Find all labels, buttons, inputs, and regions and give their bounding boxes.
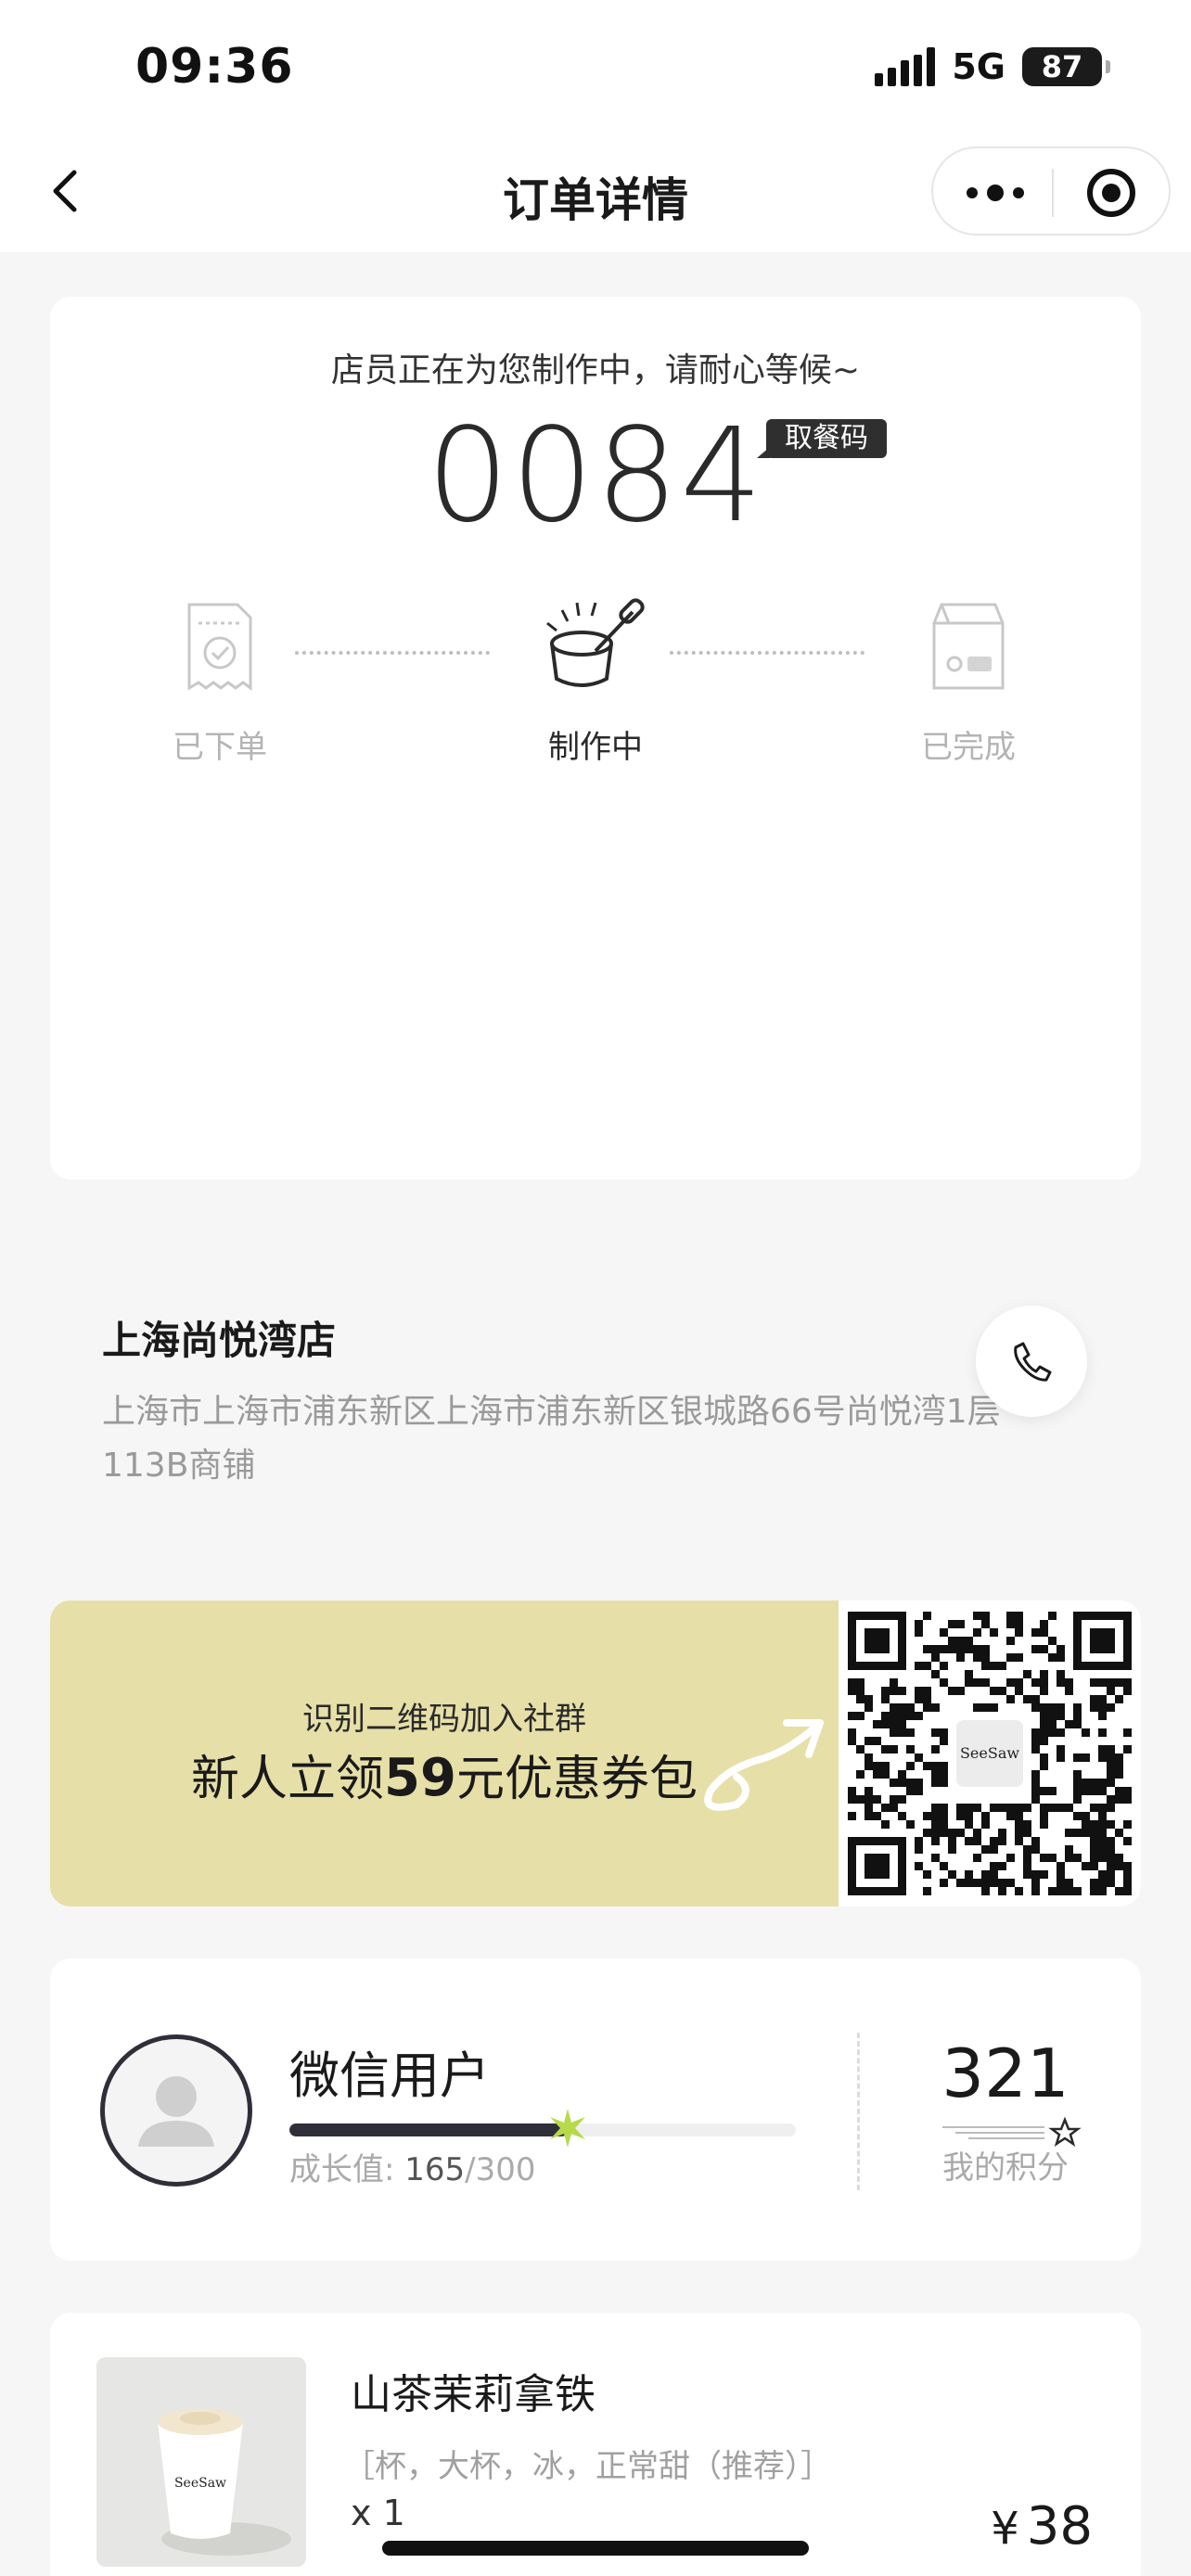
product-spec: ［杯，大杯，冰，正常甜（推荐）］ [343,2448,832,2485]
svg-text:SeeSaw: SeeSaw [174,2476,226,2491]
store-info: 上海尚悦湾店 上海市上海市浦东新区上海市浦东新区银城路66号尚悦湾1层113B商… [50,1261,1141,1539]
phone-icon [1014,1342,1052,1382]
receipt-check-icon [187,603,252,691]
product-name: 山茶茉莉拿铁 [351,2371,596,2418]
mini-program-capsule [931,147,1171,236]
step-done: 已完成 [876,595,1061,767]
navigation-bar: 订单详情 [0,130,1191,252]
step-ordered: 已下单 [127,595,313,767]
growth-label: 成长值: [289,2151,405,2188]
target-close-icon[interactable] [1087,169,1135,217]
cup-making-icon [546,598,645,687]
more-dots-icon[interactable] [967,172,1024,213]
promo-title-prefix: 新人立领 [191,1752,385,1807]
order-item: SeeSaw 山茶茉莉拿铁 ［杯，大杯，冰，正常甜（推荐）］ x 1 ¥38 [50,2313,1141,2576]
promo-amount: 59 [384,1748,456,1808]
svg-text:SeeSaw: SeeSaw [960,1744,1019,1762]
step-connector [295,651,490,655]
points-label: 我的积分 [942,2149,1069,2187]
store-address: 上海市上海市浦东新区上海市浦东新区银城路66号尚悦湾1层113B商铺 [102,1393,1001,1485]
step-label: 已下单 [173,729,267,766]
network-type: 5G [952,46,1005,87]
user-avatar-icon[interactable] [100,2034,252,2187]
step-label: 制作中 [548,729,643,766]
community-promo-banner[interactable]: 识别二维码加入社群 新人立领59元优惠券包 SeeSaw [50,1600,1141,1906]
status-message: 店员正在为您制作中，请耐心等候~ [330,351,861,389]
step-label: 已完成 [921,729,1016,766]
battery-icon: 87 [1022,47,1110,86]
order-status-card: 店员正在为您制作中，请耐心等候~ 0084 取餐码 已下单 制作中 已完成 [50,297,1141,1180]
pickup-code-badge: 取餐码 [757,419,887,458]
currency-symbol: ¥ [991,2503,1019,2555]
growth-progress-bar [289,2123,796,2136]
points-value[interactable]: 321 [885,2034,1126,2112]
qr-code[interactable]: SeeSaw [839,1600,1141,1906]
store-name: 上海尚悦湾店 [102,1318,337,1363]
home-indicator[interactable] [382,2541,809,2556]
status-indicators: 5G 87 [875,46,1110,87]
sparkle-icon [550,2109,586,2148]
pickup-code: 0084 [426,401,765,552]
product-quantity: x 1 [351,2493,405,2533]
growth-current: 165 [404,2151,466,2188]
call-store-button[interactable] [976,1306,1087,1417]
product-image: SeeSaw [96,2357,306,2567]
price-value: 38 [1026,2496,1093,2557]
member-divider [857,2033,860,2190]
signal-icon [875,47,936,86]
growth-total: /300 [465,2151,536,2188]
battery-level: 87 [1041,49,1083,84]
arrow-icon [704,1719,824,1811]
system-status-bar: 09:36 5G 87 [0,0,1191,130]
status-time: 09:36 [135,39,294,95]
user-name: 微信用户 [289,2047,490,2105]
product-price: ¥38 [991,2496,1093,2557]
growth-progress-fill [289,2123,569,2136]
step-making: 制作中 [503,595,688,767]
growth-value: 成长值: 165/300 [289,2144,536,2189]
bag-done-icon [932,603,1005,690]
step-connector [670,651,864,655]
promo-title-suffix: 元优惠券包 [455,1752,698,1807]
member-card[interactable]: 微信用户 成长值: 165/300 321 我的积分 [50,1958,1141,2261]
capsule-divider [1052,169,1054,217]
qr-code-image: SeeSaw [848,1612,1132,1895]
